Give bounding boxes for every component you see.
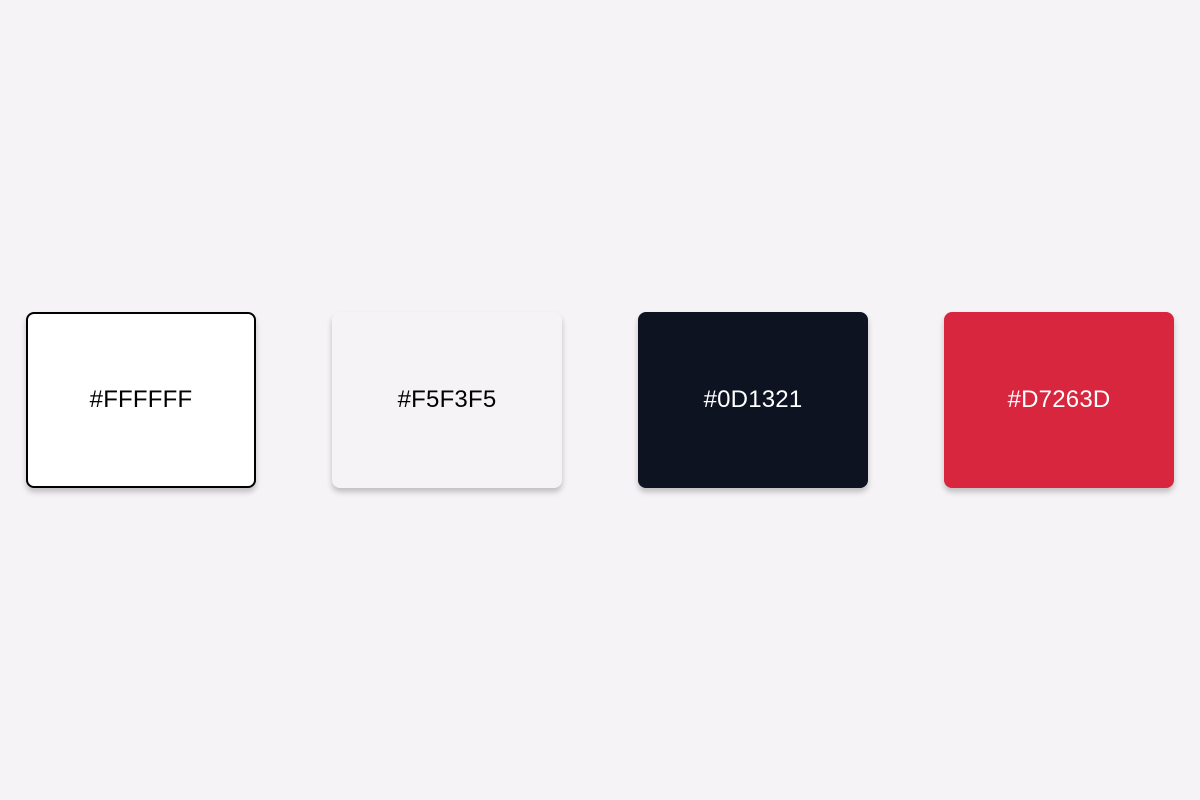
color-swatch-light-gray[interactable]: #F5F3F5 [332, 312, 562, 488]
swatch-hex-label: #FFFFFF [89, 386, 193, 413]
color-swatch-red[interactable]: #D7263D [944, 312, 1174, 488]
color-swatch-navy[interactable]: #0D1321 [638, 312, 868, 488]
swatch-hex-label: #0D1321 [703, 386, 803, 413]
swatch-hex-label: #F5F3F5 [397, 386, 497, 413]
swatch-hex-label: #D7263D [1007, 386, 1111, 413]
color-palette: #FFFFFF #F5F3F5 #0D1321 #D7263D [0, 312, 1200, 488]
color-swatch-white[interactable]: #FFFFFF [26, 312, 256, 488]
